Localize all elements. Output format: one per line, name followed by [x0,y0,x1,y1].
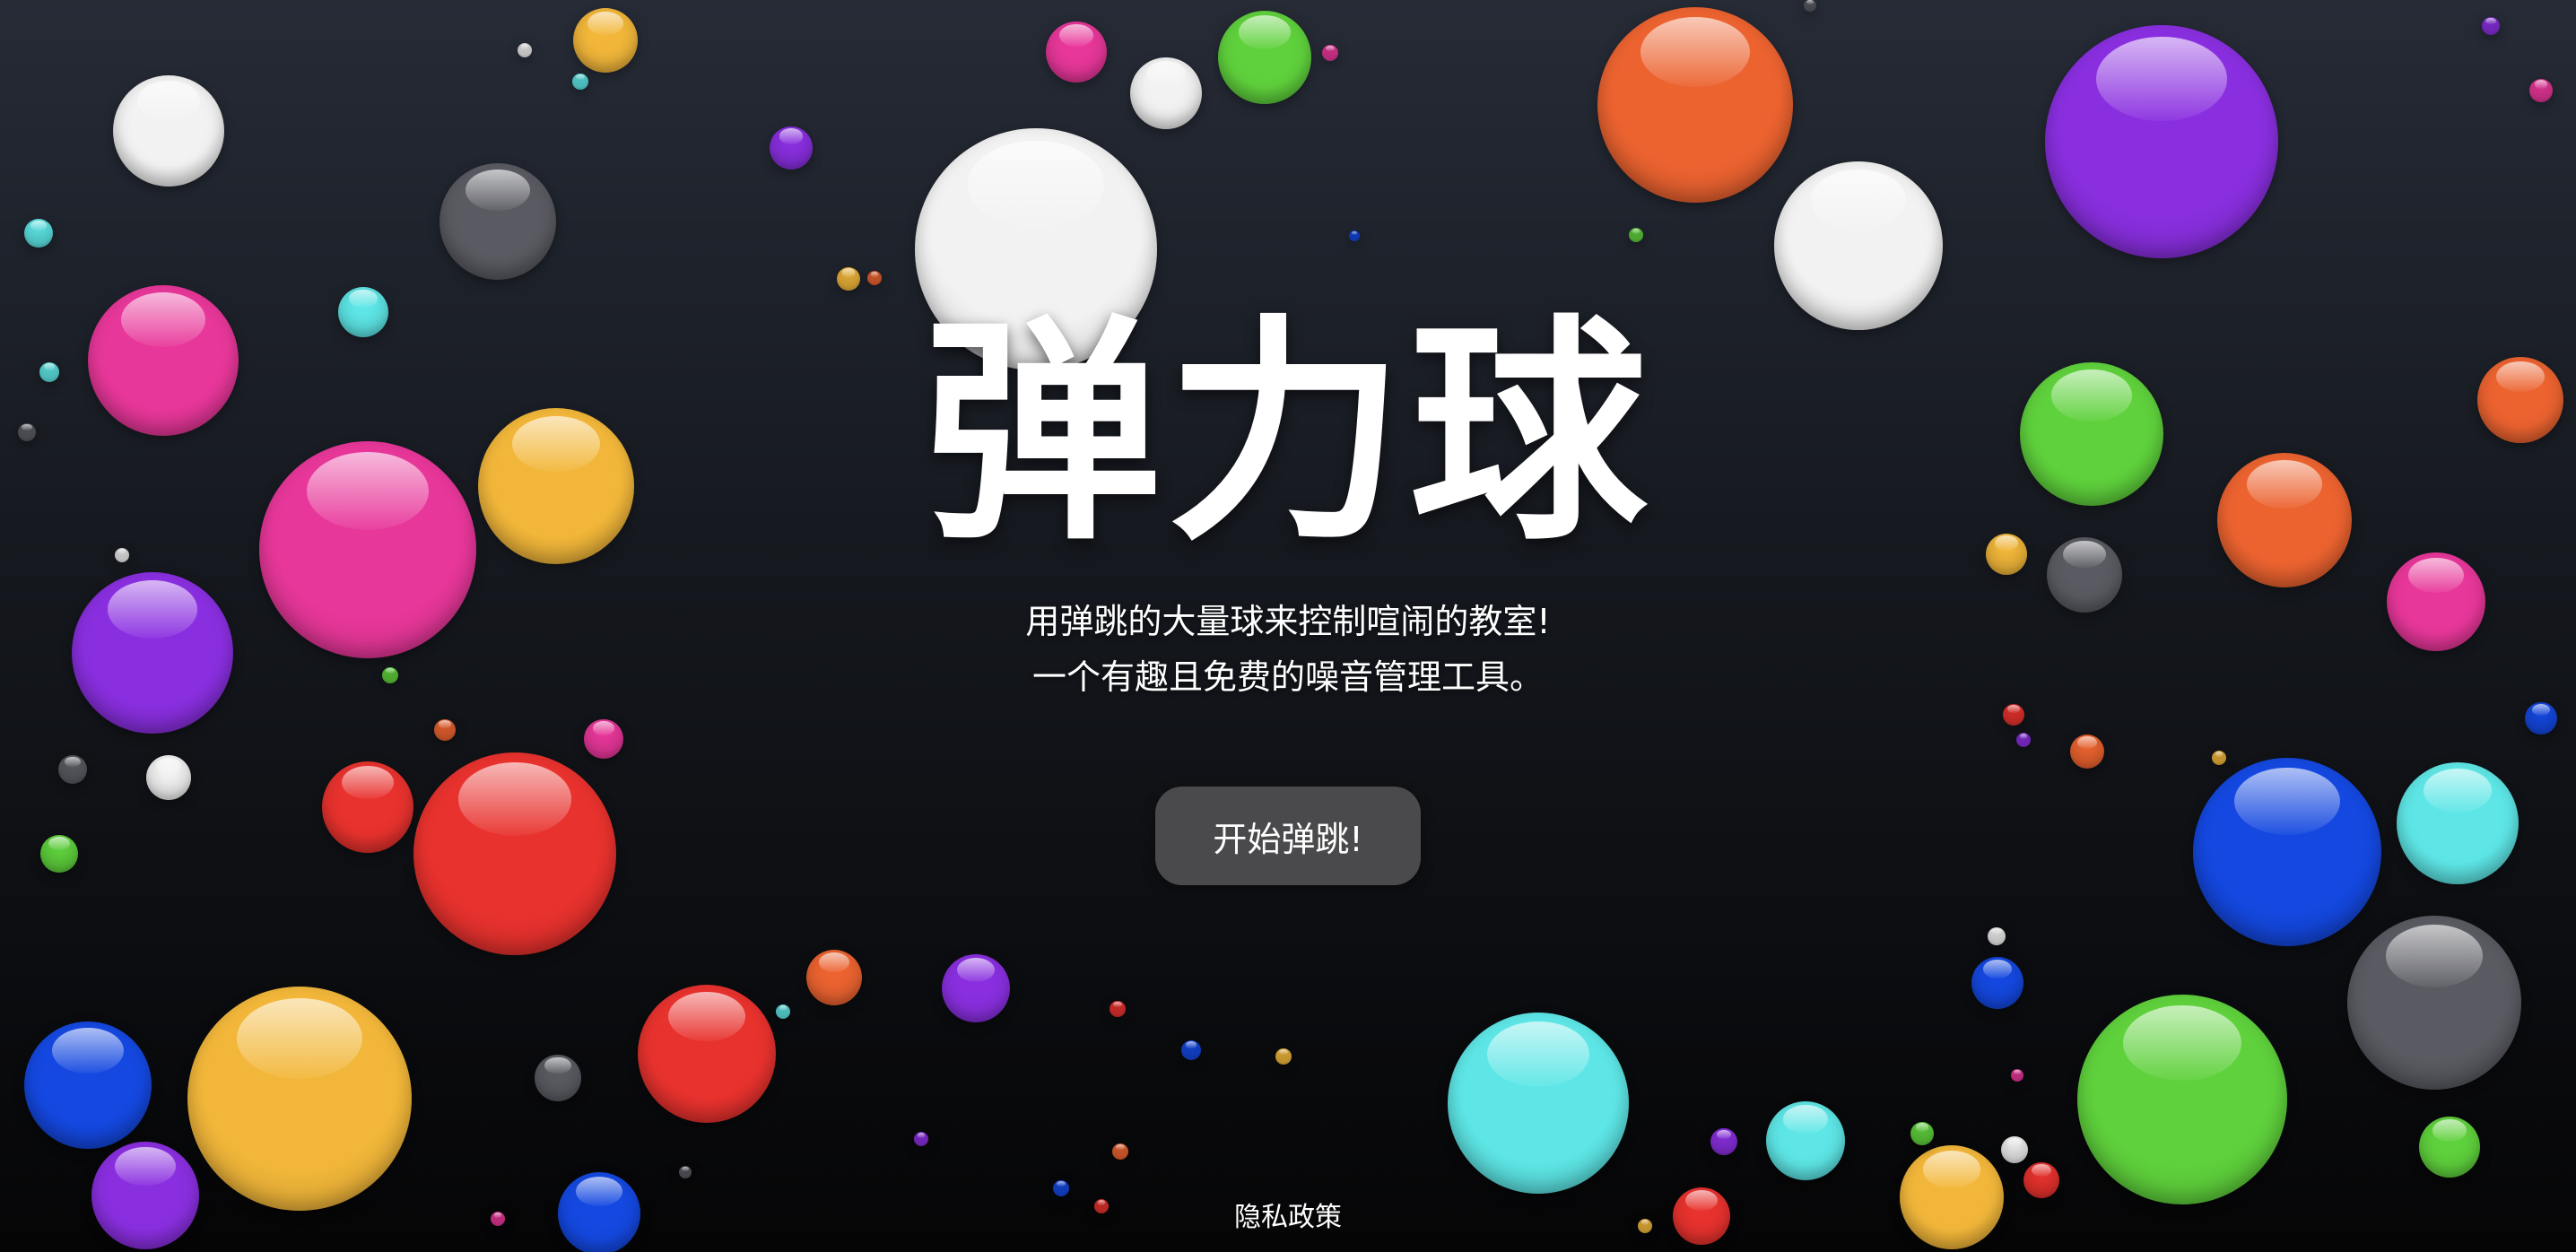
ball-blue [2193,758,2381,946]
ball-green [1629,228,1643,242]
ball-gray [535,1055,581,1101]
ball-orange [2070,735,2104,769]
ball-gray [1804,0,1816,12]
ball-red [2003,704,2024,726]
ball-green [1218,11,1311,104]
ball-white [518,43,532,57]
ball-white [1774,161,1943,330]
ball-white [146,755,191,800]
ball-cyan [24,219,53,248]
ball-purple [72,572,233,734]
ball-gray [679,1166,692,1178]
ball-red [322,761,413,853]
ball-red [1110,1001,1126,1017]
ball-blue [1971,957,2023,1009]
page-title: 弹力球 [923,296,1653,572]
ball-red [638,985,776,1123]
ball-orange [806,950,862,1005]
ball-purple [2016,733,2031,747]
ball-pink [584,719,623,759]
subtitle-line-2: 一个有趣且免费的噪音管理工具。 [1031,657,1544,697]
ball-purple [942,954,1010,1022]
start-bouncing-button[interactable]: 开始弹跳! [1155,787,1421,885]
ball-gray [2347,916,2521,1090]
ball-orange [1597,7,1793,203]
privacy-policy-link[interactable]: 隐私政策 [0,1195,2576,1234]
subtitle-line-1: 用弹跳的大量球来控制喧闹的教室! [1025,602,1551,641]
ball-purple [914,1132,928,1146]
ball-yellow [573,8,638,73]
ball-purple [770,126,813,170]
ball-purple [2482,17,2500,35]
ball-cyan [2397,762,2519,884]
ball-pink [2529,79,2553,102]
ball-green [40,835,78,873]
ball-red [2023,1162,2059,1198]
ball-gray [58,755,87,784]
ball-blue [1349,230,1360,241]
ball-cyan [572,74,588,90]
ball-purple [1710,1128,1737,1155]
ball-white [1130,57,1202,129]
ball-white [113,75,224,187]
ball-cyan [1448,1013,1629,1194]
ball-pink [2011,1069,2023,1082]
ball-green [2419,1117,2480,1178]
ball-yellow [187,987,412,1211]
ball-blue [1181,1040,1201,1060]
ball-purple [2045,25,2278,258]
ball-yellow [1275,1048,1292,1065]
ball-blue [24,1022,152,1149]
ball-yellow [2212,751,2226,765]
ball-yellow [837,267,860,291]
ball-orange [434,719,456,741]
ball-pink [1046,22,1107,83]
ball-blue [2525,702,2557,735]
ball-orange [867,271,882,285]
ball-cyan [1766,1101,1845,1180]
ball-pink [1322,45,1338,61]
ball-red [413,752,616,955]
ball-gray [439,163,556,280]
ball-green [2077,995,2287,1204]
ball-white [2001,1136,2028,1163]
ball-cyan [776,1004,790,1019]
ball-orange [1112,1143,1128,1160]
ball-white [1988,927,2006,945]
ball-green [1910,1122,1934,1145]
